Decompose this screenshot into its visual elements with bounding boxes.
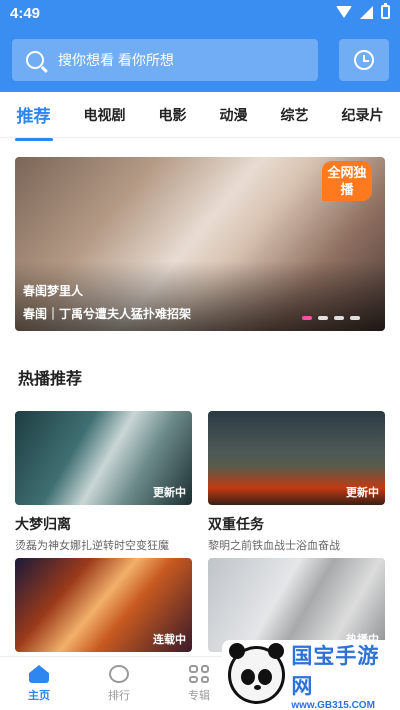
drama-card[interactable]: 热播中 <box>208 558 385 652</box>
search-bar[interactable]: 搜你想看 看你所想 <box>12 39 318 81</box>
nav-home-label: 主页 <box>28 690 50 702</box>
watermark-title: 国宝手游网 <box>291 644 380 698</box>
banner-overlay-title: 春闺梦里人 <box>23 284 84 298</box>
drama-card[interactable]: 更新中 双重任务 黎明之前铁血战士浴血奋战 <box>208 411 385 552</box>
search-icon <box>26 51 44 69</box>
section-title: 热播推荐 <box>18 371 83 388</box>
drama-thumbnail[interactable]: 连载中 <box>15 558 192 652</box>
panda-logo-icon <box>228 643 286 704</box>
exclusive-badge: 全网独播 <box>322 161 372 201</box>
pagination-dot[interactable] <box>334 316 344 320</box>
top-bar: 4:49 搜你想看 看你所想 <box>0 0 400 92</box>
site-watermark: 国宝手游网 www.GB315.COM <box>222 640 400 710</box>
nav-home[interactable]: 主页 <box>14 665 64 703</box>
nav-album-label: 专辑 <box>188 690 210 702</box>
nav-album[interactable]: 专辑 <box>174 665 224 703</box>
drama-thumbnail[interactable]: 热播中 <box>208 558 385 652</box>
nav-ranking[interactable]: 排行 <box>94 665 144 703</box>
drama-thumbnail[interactable]: 更新中 <box>15 411 192 505</box>
tab-recommend[interactable]: 推荐 <box>14 102 53 141</box>
pagination-dot[interactable] <box>318 316 328 320</box>
tab-tv-series[interactable]: 电视剧 <box>82 105 128 125</box>
status-time: 4:49 <box>10 5 41 22</box>
category-tabs: 推荐 电视剧 电影 动漫 综艺 纪录片 <box>0 92 400 141</box>
tab-anime[interactable]: 动漫 <box>218 105 250 125</box>
search-placeholder: 搜你想看 看你所想 <box>58 52 174 68</box>
clock-icon <box>354 50 374 70</box>
history-button[interactable] <box>339 39 389 81</box>
banner-pagination <box>302 316 360 320</box>
status-tag: 连载中 <box>153 634 186 646</box>
nav-ranking-label: 排行 <box>108 690 130 702</box>
banner-caption: 春闺｜丁禹兮遭夫人猛扑难招架 <box>23 307 192 321</box>
drama-card[interactable]: 连载中 <box>15 558 192 652</box>
drama-title[interactable]: 双重任务 <box>208 514 264 534</box>
tab-variety[interactable]: 综艺 <box>279 105 311 125</box>
home-icon <box>29 665 49 683</box>
tab-movies[interactable]: 电影 <box>157 105 189 125</box>
album-icon <box>189 665 209 683</box>
wifi-icon <box>336 6 352 18</box>
status-tag: 更新中 <box>346 487 379 499</box>
status-tag: 更新中 <box>153 487 186 499</box>
signal-icon <box>360 5 373 19</box>
drama-card[interactable]: 更新中 大梦归离 烫磊为神女娜扎逆转时空变狂魔 <box>15 411 192 552</box>
pagination-dot[interactable] <box>302 316 312 320</box>
battery-icon <box>381 3 390 19</box>
drama-title[interactable]: 大梦归离 <box>15 514 71 534</box>
tab-documentary[interactable]: 纪录片 <box>340 105 386 125</box>
drama-thumbnail[interactable]: 更新中 <box>208 411 385 505</box>
watermark-url: www.GB315.COM <box>291 699 375 710</box>
drama-description: 烫磊为神女娜扎逆转时空变狂魔 <box>15 540 169 552</box>
status-icons <box>336 3 390 19</box>
drama-description: 黎明之前铁血战士浴血奋战 <box>208 540 340 552</box>
status-bar: 4:49 <box>0 0 400 28</box>
pagination-dot[interactable] <box>350 316 360 320</box>
rank-icon <box>109 665 129 683</box>
